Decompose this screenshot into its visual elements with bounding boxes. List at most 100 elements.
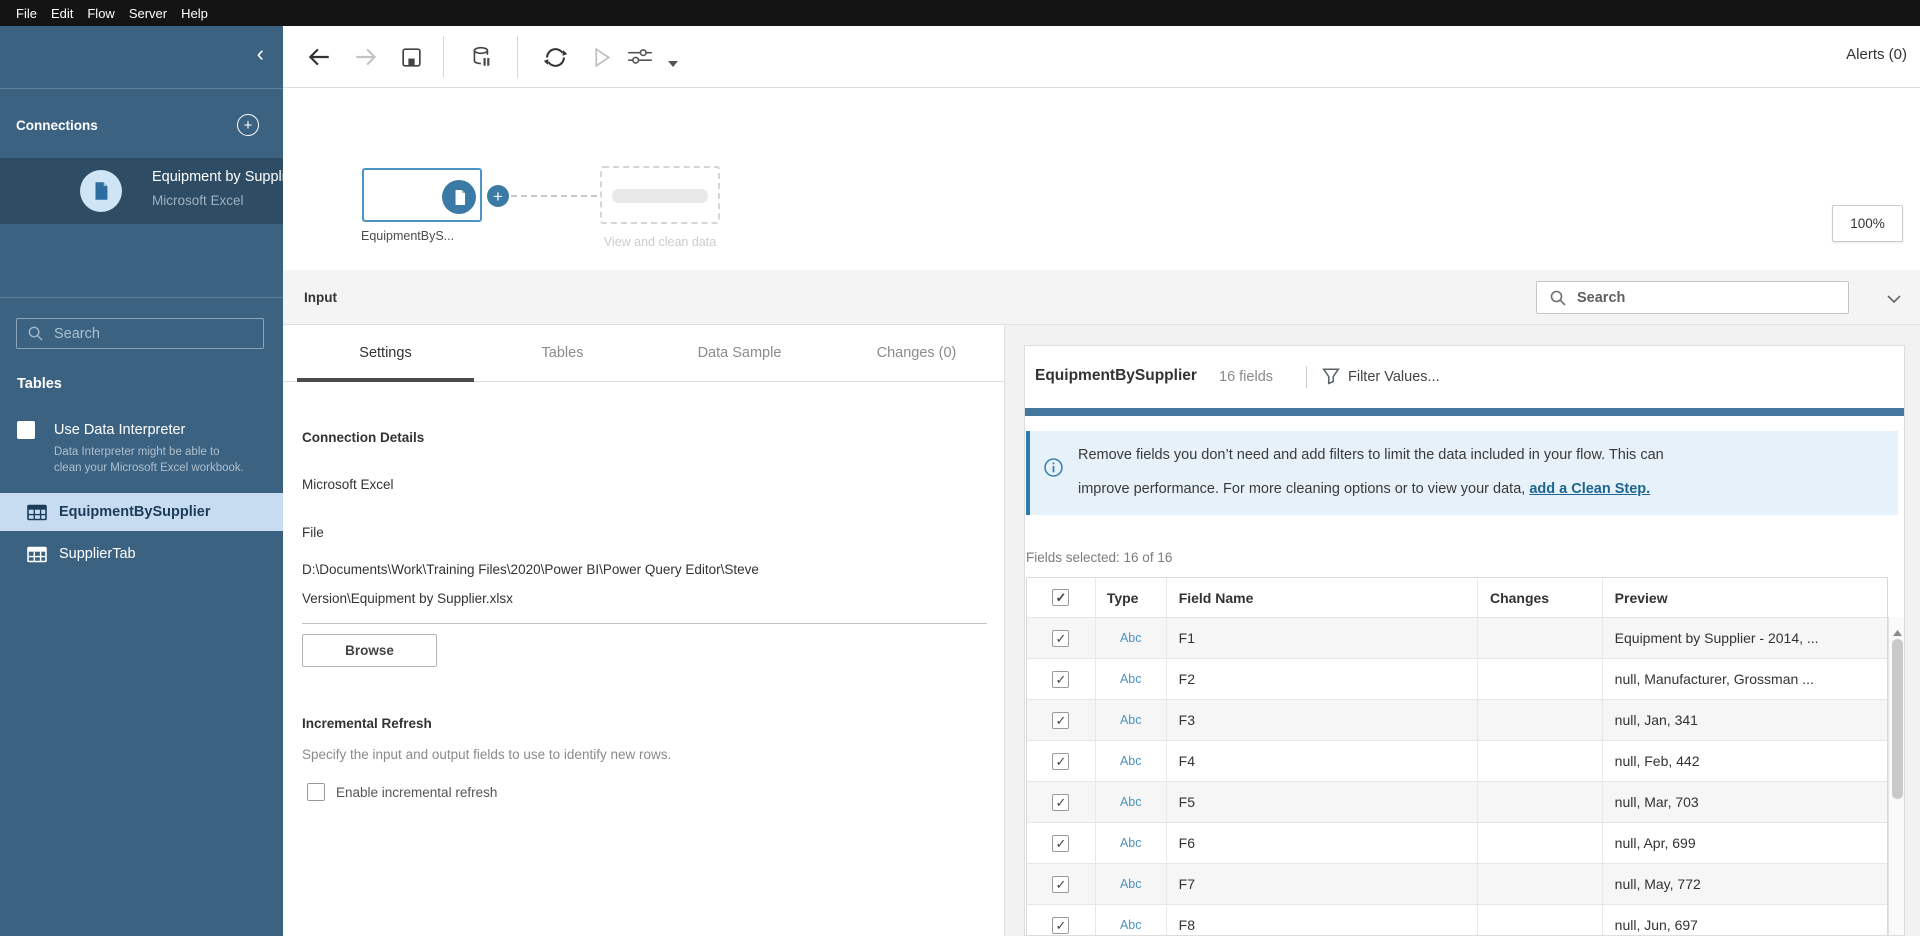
fields-panel-area: EquipmentBySupplier 16 fields Filter Val… bbox=[1005, 325, 1920, 936]
enable-incremental-refresh-checkbox[interactable] bbox=[307, 783, 325, 801]
field-type[interactable]: Abc bbox=[1096, 823, 1167, 863]
field-name[interactable]: F5 bbox=[1167, 782, 1478, 822]
menu-item-flow[interactable]: Flow bbox=[87, 6, 114, 21]
field-row-f6[interactable]: ✓ AbcF6 null, Apr, 699 bbox=[1027, 823, 1887, 864]
field-type[interactable]: Abc bbox=[1096, 782, 1167, 822]
field-name[interactable]: F6 bbox=[1167, 823, 1478, 863]
field-row-f3[interactable]: ✓AbcF3null, Jan, 341 bbox=[1027, 700, 1887, 741]
sidebar-search-input[interactable]: Search bbox=[16, 318, 264, 349]
connection-item[interactable]: Equipment by Suppli... Microsoft Excel bbox=[0, 158, 283, 224]
field-row-f4[interactable]: ✓AbcF4null, Feb, 442 bbox=[1027, 741, 1887, 782]
field-changes bbox=[1478, 782, 1603, 822]
collapse-panel-icon[interactable] bbox=[1887, 291, 1901, 309]
field-type[interactable]: Abc bbox=[1096, 618, 1167, 658]
title-separator bbox=[1306, 366, 1307, 388]
settings-sliders-icon[interactable] bbox=[626, 43, 654, 71]
field-checkbox[interactable]: ✓ bbox=[1052, 917, 1069, 934]
menu-item-file[interactable]: File bbox=[16, 6, 37, 21]
field-name[interactable]: F1 bbox=[1167, 618, 1478, 658]
connections-sidebar: ‹ Connections + Equipment by Suppli... M… bbox=[0, 26, 283, 936]
incremental-refresh-heading: Incremental Refresh bbox=[302, 716, 432, 731]
field-name[interactable]: F3 bbox=[1167, 700, 1478, 740]
field-name[interactable]: F8 bbox=[1167, 905, 1478, 936]
fields-search-placeholder: Search bbox=[1577, 290, 1625, 306]
save-icon[interactable] bbox=[397, 43, 425, 71]
field-type[interactable]: Abc bbox=[1096, 864, 1167, 904]
field-name[interactable]: F2 bbox=[1167, 659, 1478, 699]
chevron-down-icon[interactable] bbox=[659, 50, 687, 78]
menu-item-server[interactable]: Server bbox=[129, 6, 167, 21]
changes-header: Changes bbox=[1478, 578, 1603, 617]
fields-card: EquipmentBySupplier 16 fields Filter Val… bbox=[1024, 345, 1905, 936]
field-checkbox[interactable]: ✓ bbox=[1052, 876, 1069, 893]
field-preview: null, May, 772 bbox=[1603, 864, 1887, 904]
field-checkbox[interactable]: ✓ bbox=[1052, 753, 1069, 770]
field-checkbox[interactable]: ✓ bbox=[1052, 630, 1069, 647]
field-row-f8[interactable]: ✓AbcF8null, Jun, 697 bbox=[1027, 905, 1887, 936]
app-window: File Edit Flow Server Help ‹ Connections + E… bbox=[0, 0, 1920, 936]
field-type[interactable]: Abc bbox=[1096, 741, 1167, 781]
fields-search-input[interactable]: Search bbox=[1536, 281, 1849, 314]
add-connection-button[interactable]: + bbox=[237, 114, 259, 136]
zoom-level-indicator[interactable]: 100% bbox=[1832, 205, 1903, 242]
field-preview: null, Apr, 699 bbox=[1603, 823, 1887, 863]
data-interpreter-description: clean your Microsoft Excel workbook. bbox=[54, 462, 244, 474]
table-item-label: EquipmentBySupplier bbox=[59, 504, 210, 520]
filter-funnel-icon[interactable] bbox=[1322, 367, 1340, 390]
field-checkbox[interactable]: ✓ bbox=[1052, 712, 1069, 729]
field-name[interactable]: F7 bbox=[1167, 864, 1478, 904]
field-preview: null, Mar, 703 bbox=[1603, 782, 1887, 822]
tab-settings[interactable]: Settings bbox=[297, 325, 474, 381]
info-icon bbox=[1044, 458, 1063, 482]
select-all-checkbox[interactable]: ✓ bbox=[1052, 589, 1069, 606]
sidebar-table-item-suppliertab[interactable]: SupplierTab bbox=[0, 535, 283, 573]
undo-icon[interactable] bbox=[305, 43, 333, 71]
field-changes bbox=[1478, 905, 1603, 936]
clean-step-placeholder[interactable] bbox=[600, 166, 720, 224]
info-text-line2: improve performance. For more cleaning o… bbox=[1078, 481, 1650, 497]
menu-item-help[interactable]: Help bbox=[181, 6, 208, 21]
browse-button[interactable]: Browse bbox=[302, 634, 437, 667]
field-name[interactable]: F4 bbox=[1167, 741, 1478, 781]
sidebar-table-item-equipmentbysupplier[interactable]: EquipmentBySupplier bbox=[0, 493, 283, 531]
scrollbar-thumb[interactable] bbox=[1892, 639, 1903, 799]
field-row-f5[interactable]: ✓ AbcF5 null, Mar, 703 bbox=[1027, 782, 1887, 823]
table-grid-icon bbox=[27, 546, 47, 563]
field-checkbox[interactable]: ✓ bbox=[1052, 835, 1069, 852]
input-panel-header: Input Search bbox=[283, 270, 1920, 325]
sidebar-divider bbox=[0, 88, 283, 89]
add-step-button[interactable]: + bbox=[487, 185, 509, 207]
field-type[interactable]: Abc bbox=[1096, 659, 1167, 699]
field-row-f1[interactable]: ✓AbcF1Equipment by Supplier - 2014, ... bbox=[1027, 618, 1887, 659]
tab-tables[interactable]: Tables bbox=[474, 325, 651, 381]
field-changes bbox=[1478, 700, 1603, 740]
use-data-interpreter-checkbox[interactable] bbox=[17, 421, 35, 439]
connection-type: Microsoft Excel bbox=[302, 477, 394, 492]
flow-canvas[interactable]: + EquipmentByS... View and clean data 10… bbox=[283, 88, 1920, 270]
alerts-indicator[interactable]: Alerts (0) bbox=[1846, 46, 1907, 63]
sidebar-collapse-icon[interactable]: ‹ bbox=[257, 42, 264, 66]
field-type[interactable]: Abc bbox=[1096, 905, 1167, 936]
input-tabs: SettingsTablesData SampleChanges (0) bbox=[283, 325, 1005, 382]
field-checkbox[interactable]: ✓ bbox=[1052, 671, 1069, 688]
info-text-line1: Remove fields you don’t need and add fil… bbox=[1078, 447, 1664, 463]
filter-values-button[interactable]: Filter Values... bbox=[1348, 369, 1440, 385]
tab-data-sample[interactable]: Data Sample bbox=[651, 325, 828, 381]
redo-icon[interactable] bbox=[352, 43, 380, 71]
file-path-field[interactable]: D:\Documents\Work\Training Files\2020\Po… bbox=[302, 555, 987, 624]
table-scrollbar[interactable] bbox=[1888, 617, 1905, 936]
field-type[interactable]: Abc bbox=[1096, 700, 1167, 740]
checkbox-cell: ✓ bbox=[1027, 618, 1096, 658]
tab-changes-0[interactable]: Changes (0) bbox=[828, 325, 1005, 381]
run-flow-icon[interactable] bbox=[587, 43, 615, 71]
search-icon bbox=[27, 325, 44, 342]
incremental-refresh-description: Specify the input and output fields to u… bbox=[302, 747, 671, 762]
add-clean-step-link[interactable]: add a Clean Step. bbox=[1529, 481, 1650, 497]
field-row-f7[interactable]: ✓ AbcF7 null, May, 772 bbox=[1027, 864, 1887, 905]
pause-data-updates-icon[interactable] bbox=[468, 43, 496, 71]
field-checkbox[interactable]: ✓ bbox=[1052, 794, 1069, 811]
refresh-icon[interactable] bbox=[541, 43, 569, 71]
field-row-f2[interactable]: ✓AbcF2null, Manufacturer, Grossman ... bbox=[1027, 659, 1887, 700]
menu-item-edit[interactable]: Edit bbox=[51, 6, 73, 21]
table-item-label: SupplierTab bbox=[59, 546, 136, 562]
